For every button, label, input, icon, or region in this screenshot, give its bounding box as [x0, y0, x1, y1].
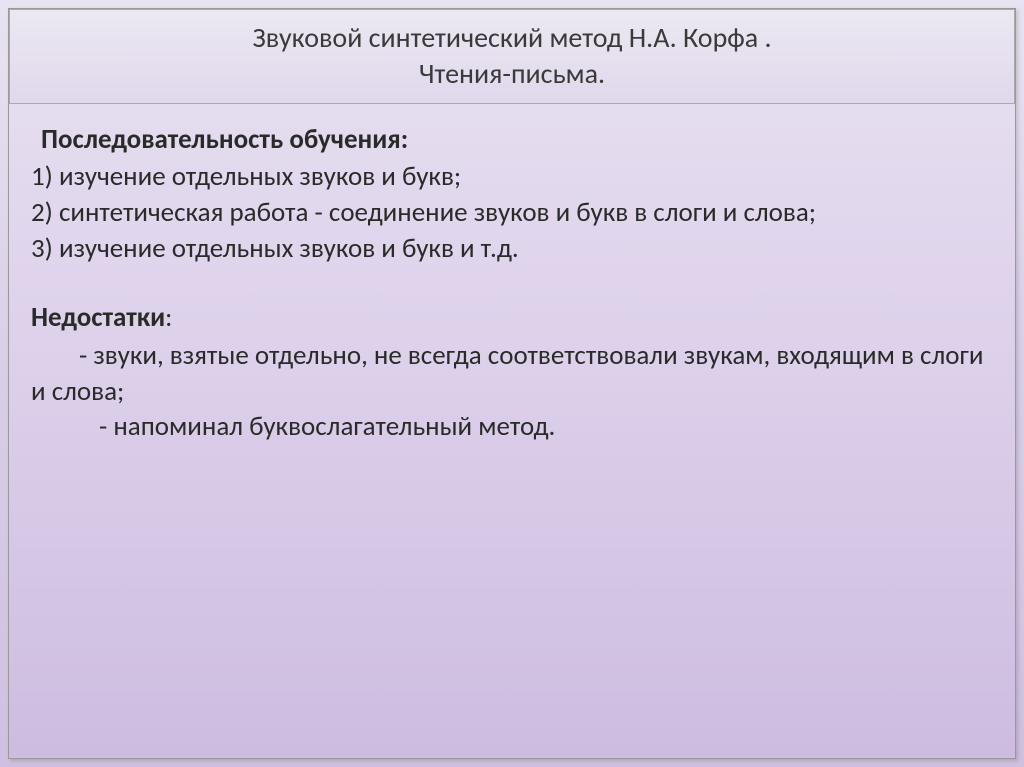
slide-container: Звуковой синтетический метод Н.А. Корфа …: [8, 8, 1016, 759]
drawbacks-colon: :: [165, 301, 172, 334]
slide-title-line2: Чтения-письма.: [30, 56, 994, 92]
spacer: [31, 266, 993, 300]
sequence-heading: Последовательность обучения:: [41, 123, 408, 156]
sequence-item: 1) изучение отдельных звуков и букв;: [31, 159, 993, 195]
slide-title-line1: Звуковой синтетический метод Н.А. Корфа …: [30, 20, 994, 56]
drawback-text: - звуки, взятые отдельно, не всегда соот…: [31, 339, 983, 408]
drawbacks-block: Недостатки:: [31, 300, 993, 336]
drawback-item: - напоминал буквослагательный метод.: [31, 409, 993, 445]
drawbacks-list: - звуки, взятые отдельно, не всегда соот…: [31, 338, 993, 445]
sequence-list: 1) изучение отдельных звуков и букв; 2) …: [31, 159, 993, 266]
slide-header: Звуковой синтетический метод Н.А. Корфа …: [9, 9, 1015, 104]
slide-content: Последовательность обучения: 1) изучение…: [9, 104, 1015, 758]
sequence-block: Последовательность обучения:: [31, 122, 993, 158]
sequence-item: 3) изучение отдельных звуков и букв и т.…: [31, 231, 993, 267]
drawbacks-heading: Недостатки: [31, 301, 165, 334]
sequence-item: 2) синтетическая работа - соединение зву…: [31, 195, 993, 231]
drawback-item: - звуки, взятые отдельно, не всегда соот…: [31, 338, 993, 409]
drawback-text: - напоминал буквослагательный метод.: [99, 410, 555, 443]
